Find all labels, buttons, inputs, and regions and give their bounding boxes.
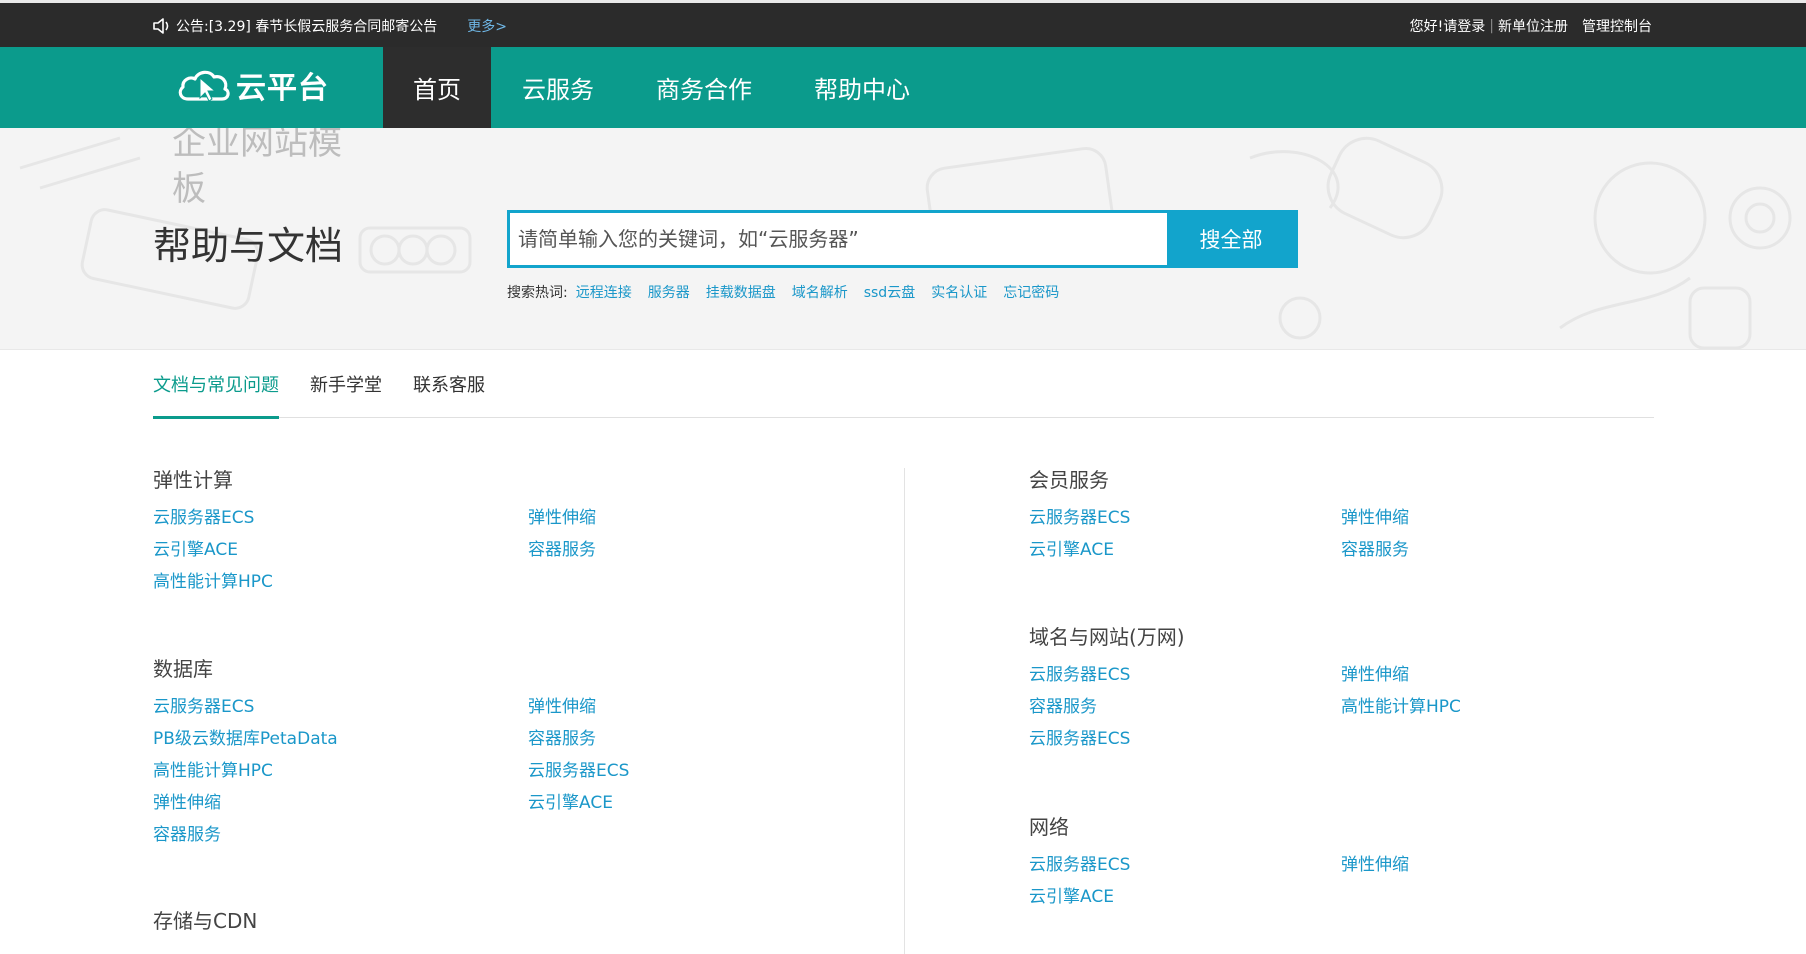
- category-member-services: 会员服务 云服务器ECS 弹性伸缩 云引擎ACE 容器服务: [1029, 465, 1649, 575]
- main-nav: 云平台 首页 云服务 商务合作 帮助中心: [0, 47, 1806, 128]
- doc-link[interactable]: 云服务器ECS: [1029, 507, 1130, 529]
- announcement-label: 公告:: [176, 19, 209, 35]
- doc-link[interactable]: 容器服务: [1341, 539, 1409, 561]
- doc-link[interactable]: 容器服务: [153, 824, 221, 846]
- doc-link[interactable]: PB级云数据库PetaData: [153, 728, 338, 750]
- logo[interactable]: 云平台: [176, 63, 329, 107]
- category-title: 弹性计算: [153, 468, 233, 492]
- category-elastic-compute: 弹性计算 云服务器ECS 弹性伸缩 云引擎ACE 容器服务 高性能计算HPC: [153, 465, 853, 605]
- hot-word-link[interactable]: 远程连接: [576, 282, 632, 302]
- tab-docs-faq[interactable]: 文档与常见问题: [153, 350, 279, 419]
- doc-categories: 弹性计算 云服务器ECS 弹性伸缩 云引擎ACE 容器服务 高性能计算HPC 数…: [153, 450, 1654, 954]
- speaker-icon: [153, 18, 169, 34]
- column-divider: [904, 468, 905, 954]
- doc-link[interactable]: 云服务器ECS: [153, 507, 254, 529]
- divider: |: [1489, 18, 1494, 34]
- page-title: 帮助与文档: [153, 224, 344, 268]
- category-title: 网络: [1029, 815, 1069, 839]
- register-link[interactable]: 新单位注册: [1498, 16, 1568, 36]
- category-title: 域名与网站(万网): [1029, 625, 1185, 649]
- category-title: 数据库: [153, 657, 213, 681]
- hot-word-link[interactable]: 域名解析: [792, 282, 848, 302]
- console-link[interactable]: 管理控制台: [1582, 16, 1652, 36]
- nav-menu: 首页 云服务 商务合作 帮助中心: [383, 47, 941, 128]
- category-database: 数据库 云服务器ECS 弹性伸缩 PB级云数据库PetaData 容器服务 高性…: [153, 654, 853, 874]
- tab-beginner[interactable]: 新手学堂: [310, 350, 382, 418]
- category-title: 会员服务: [1029, 468, 1109, 492]
- hot-word-link[interactable]: 忘记密码: [1003, 282, 1059, 302]
- site-title: 企业网站模板: [172, 128, 342, 209]
- nav-item-home[interactable]: 首页: [383, 47, 491, 128]
- doc-link[interactable]: 云引擎ACE: [1029, 886, 1114, 908]
- category-network: 网络 云服务器ECS 弹性伸缩 云引擎ACE: [1029, 812, 1649, 922]
- doc-link[interactable]: 弹性伸缩: [528, 507, 596, 529]
- hot-word-link[interactable]: 挂载数据盘: [706, 282, 776, 302]
- doc-link[interactable]: 云服务器ECS: [153, 696, 254, 718]
- search-input[interactable]: [510, 213, 1167, 265]
- top-bar: 公告: [3.29] 春节长假云服务合同邮寄公告 更多> 您好! 请登录 | 新…: [0, 0, 1806, 47]
- search-bar: 搜全部: [507, 210, 1298, 268]
- doc-link[interactable]: 云服务器ECS: [528, 760, 629, 782]
- login-link[interactable]: 请登录: [1443, 16, 1485, 36]
- doc-link[interactable]: 高性能计算HPC: [153, 760, 273, 782]
- category-domain-website: 域名与网站(万网) 云服务器ECS 弹性伸缩 容器服务 高性能计算HPC 云服务…: [1029, 622, 1649, 772]
- announcement-text[interactable]: [3.29] 春节长假云服务合同邮寄公告: [209, 16, 438, 36]
- hot-searches: 搜索热词: 远程连接 服务器 挂载数据盘 域名解析 ssd云盘 实名认证 忘记密…: [507, 282, 1075, 302]
- help-hero: 企业网站模板 帮助与文档 搜全部 搜索热词: 远程连接 服务器 挂载数据盘 域名…: [0, 128, 1806, 350]
- hot-word-link[interactable]: 实名认证: [931, 282, 987, 302]
- doc-link[interactable]: 容器服务: [528, 539, 596, 561]
- tab-contact-support[interactable]: 联系客服: [413, 350, 485, 418]
- category-title: 存储与CDN: [153, 909, 258, 933]
- doc-link[interactable]: 弹性伸缩: [1341, 507, 1409, 529]
- doc-link[interactable]: 云服务器ECS: [1029, 728, 1130, 750]
- doc-link[interactable]: 弹性伸缩: [1341, 854, 1409, 876]
- doc-link[interactable]: 容器服务: [528, 728, 596, 750]
- doc-link[interactable]: 高性能计算HPC: [1341, 696, 1461, 718]
- logo-text: 云平台: [236, 71, 329, 106]
- hot-searches-label: 搜索热词:: [507, 285, 568, 301]
- doc-link[interactable]: 弹性伸缩: [1341, 664, 1409, 686]
- hot-word-link[interactable]: 服务器: [648, 282, 690, 302]
- greeting-text: 您好!: [1409, 19, 1444, 35]
- doc-link[interactable]: 高性能计算HPC: [153, 571, 273, 593]
- hot-word-link[interactable]: ssd云盘: [864, 282, 915, 302]
- doc-link[interactable]: 云引擎ACE: [153, 539, 238, 561]
- announcement-more-link[interactable]: 更多>: [467, 16, 507, 36]
- nav-item-cloud-services[interactable]: 云服务: [491, 47, 625, 128]
- user-links: 您好! 请登录 | 新单位注册 管理控制台: [1410, 16, 1652, 36]
- search-all-button[interactable]: 搜全部: [1167, 213, 1295, 265]
- help-tabs: 文档与常见问题 新手学堂 联系客服: [153, 350, 1654, 419]
- doc-link[interactable]: 云引擎ACE: [1029, 539, 1114, 561]
- doc-link[interactable]: 云引擎ACE: [528, 792, 613, 814]
- doc-link[interactable]: 弹性伸缩: [528, 696, 596, 718]
- doc-link[interactable]: 容器服务: [1029, 696, 1097, 718]
- doc-link[interactable]: 云服务器ECS: [1029, 854, 1130, 876]
- announcement: 公告: [3.29] 春节长假云服务合同邮寄公告 更多>: [152, 16, 507, 36]
- nav-item-business[interactable]: 商务合作: [625, 47, 783, 128]
- doc-link[interactable]: 弹性伸缩: [153, 792, 221, 814]
- cloud-cursor-icon: [178, 70, 230, 102]
- doc-link[interactable]: 云服务器ECS: [1029, 664, 1130, 686]
- nav-item-help-center[interactable]: 帮助中心: [783, 47, 941, 128]
- category-storage-cdn: 存储与CDN: [153, 906, 853, 946]
